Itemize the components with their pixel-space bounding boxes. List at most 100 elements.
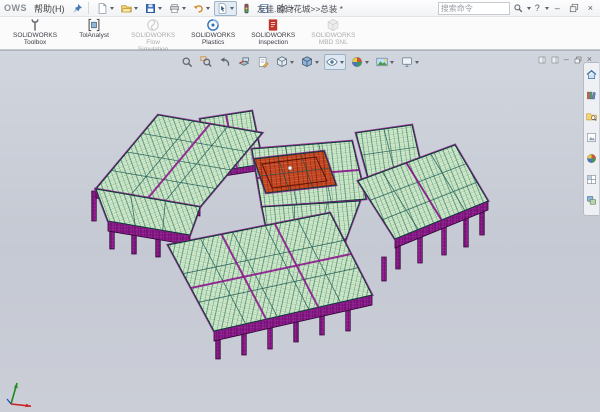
solidworks-window: OWS 帮助(H) 友佳.欧尚花城>>总装 * ? – × SOLIDWORKS… <box>0 0 600 412</box>
pane-icon <box>538 56 546 64</box>
rebuild-icon <box>241 3 252 14</box>
addin-label-line: SOLIDWORKS <box>13 32 57 39</box>
taskpane-file-explorer[interactable] <box>586 109 597 127</box>
addin-mbd-snl: SOLIDWORKSMBD SNL <box>304 18 362 46</box>
origin-triad <box>4 378 38 408</box>
help-button[interactable]: ? <box>534 3 541 13</box>
view-settings-icon <box>401 56 413 68</box>
inspection-addin-icon <box>266 18 280 32</box>
save-icon <box>145 3 156 14</box>
hide-show-items-button[interactable] <box>324 54 346 70</box>
dropdown-caret-icon <box>415 61 419 64</box>
section-view-button[interactable] <box>236 54 252 70</box>
select-icon <box>217 3 228 14</box>
zoom-area-icon <box>200 56 212 68</box>
open-button[interactable] <box>118 1 141 16</box>
doc-pane-left-button[interactable] <box>538 56 546 64</box>
restore-icon <box>574 56 582 64</box>
select-button[interactable] <box>214 1 237 16</box>
previous-view-button[interactable] <box>217 54 233 70</box>
taskpane-design-library[interactable] <box>586 88 597 106</box>
undo-button[interactable] <box>190 1 213 16</box>
forum-icon <box>586 195 597 206</box>
addin-plastics[interactable]: SOLIDWORKSPlastics <box>184 18 242 46</box>
taskpane-appearances[interactable] <box>586 151 597 169</box>
logo-fragment: OWS <box>4 3 27 13</box>
display-style-icon <box>301 56 313 68</box>
dropdown-caret-icon <box>340 61 344 64</box>
rebuild-button[interactable] <box>238 1 255 16</box>
taskpane-forum[interactable] <box>586 193 597 211</box>
search-box <box>438 2 510 15</box>
display-style-button[interactable] <box>299 54 321 70</box>
annotations-button[interactable] <box>255 54 271 70</box>
annotations-icon <box>257 56 269 68</box>
addin-tolanalyst[interactable]: TolAnalyst <box>66 18 122 39</box>
file-explorer-icon <box>586 111 597 122</box>
3d-model-formwork-assembly[interactable] <box>0 51 600 412</box>
open-icon <box>121 3 132 14</box>
taskpane-resources[interactable] <box>586 67 597 85</box>
addin-inspection[interactable]: SOLIDWORKSInspection <box>244 18 302 46</box>
addin-label-line: SOLIDWORKS <box>311 32 355 39</box>
dropdown-caret-icon <box>230 7 234 10</box>
task-pane-tabs <box>583 62 599 216</box>
addin-label-line: Flow <box>146 39 160 46</box>
design-library-icon <box>586 90 597 101</box>
taskpane-custom-properties[interactable] <box>586 172 597 190</box>
view-orientation-button[interactable] <box>274 54 296 70</box>
new-icon <box>97 3 108 14</box>
previous-view-icon <box>219 56 231 68</box>
print-icon <box>169 3 180 14</box>
dropdown-caret-icon <box>158 7 162 10</box>
addin-solidworks-toolbox[interactable]: SOLIDWORKSToolbox <box>6 18 64 46</box>
view-settings-button[interactable] <box>399 54 421 70</box>
apply-scene-icon <box>376 56 388 68</box>
minimize-button[interactable]: – <box>552 2 563 15</box>
document-title: 友佳.欧尚花城>>总装 * <box>257 3 343 15</box>
zoom-to-area-button[interactable] <box>198 54 214 70</box>
search-dropdown-caret-icon[interactable] <box>527 7 531 10</box>
new-button[interactable] <box>94 1 117 16</box>
pushpin-icon[interactable] <box>72 3 83 14</box>
dropdown-caret-icon <box>206 7 210 10</box>
addin-label-line: TolAnalyst <box>79 32 109 39</box>
headsup-view-toolbar <box>179 54 421 70</box>
edit-appearance-button[interactable] <box>349 54 371 70</box>
dropdown-caret-icon <box>390 61 394 64</box>
mbd-addin-icon <box>326 18 340 32</box>
flow-addin-icon <box>146 18 160 32</box>
addin-label-line: Toolbox <box>24 39 46 46</box>
pane-icon <box>551 56 559 64</box>
menubar-right-group: ? – × <box>438 2 596 15</box>
search-icon[interactable] <box>513 3 523 13</box>
hide-show-icon <box>326 56 338 68</box>
help-dropdown-caret-icon[interactable] <box>545 7 549 10</box>
view-palette-icon <box>586 132 597 143</box>
addin-label-line: Plastics <box>202 39 224 46</box>
doc-pane-right-button[interactable] <box>551 56 559 64</box>
print-button[interactable] <box>166 1 189 16</box>
tolanalyst-addin-icon <box>87 18 101 32</box>
restore-button[interactable] <box>566 3 582 13</box>
save-button[interactable] <box>142 1 165 16</box>
doc-restore-button[interactable] <box>574 56 582 64</box>
separator <box>88 2 89 14</box>
graphics-viewport[interactable]: –× <box>0 50 600 412</box>
addin-label-line: MBD SNL <box>319 39 348 46</box>
plastics-addin-icon <box>206 18 220 32</box>
close-button[interactable]: × <box>585 2 596 15</box>
apply-scene-button[interactable] <box>374 54 396 70</box>
dropdown-caret-icon <box>290 61 294 64</box>
menu-help[interactable]: 帮助(H) <box>30 2 69 15</box>
dropdown-caret-icon <box>315 61 319 64</box>
addin-flow-simulation: SOLIDWORKSFlowSimulation <box>124 18 182 53</box>
taskpane-view-palette[interactable] <box>586 130 597 148</box>
custom-properties-icon <box>586 174 597 185</box>
doc-minimize-button[interactable]: – <box>564 55 569 64</box>
dropdown-caret-icon <box>134 7 138 10</box>
home-icon <box>586 69 597 80</box>
addin-label-line: SOLIDWORKS <box>191 32 235 39</box>
zoom-to-fit-button[interactable] <box>179 54 195 70</box>
search-input[interactable] <box>441 3 507 13</box>
